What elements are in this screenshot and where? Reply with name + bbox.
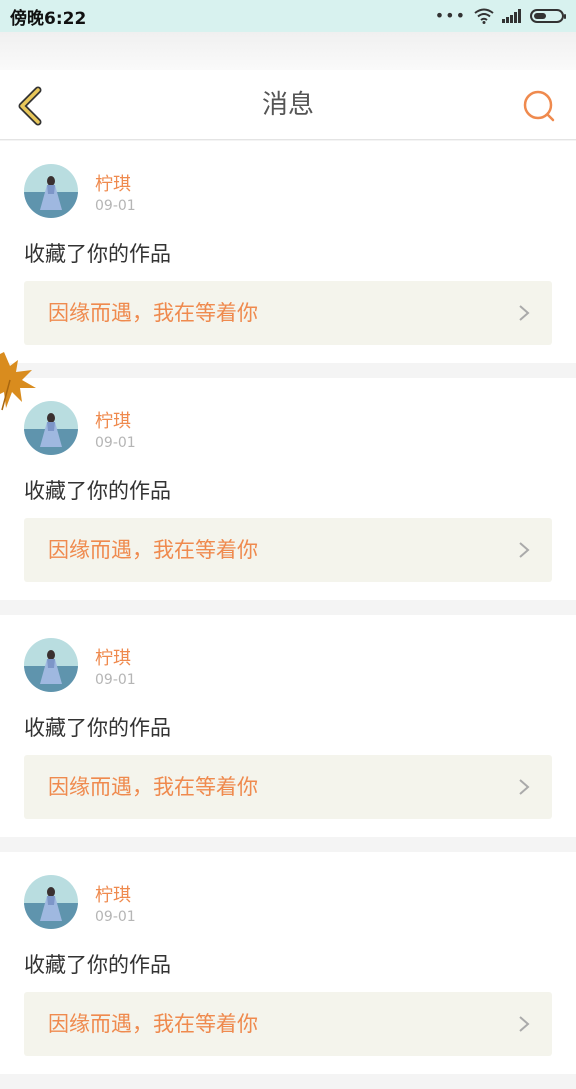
page-title: 消息 [261,90,314,120]
wifi-icon [474,8,494,24]
status-icons: ••• [434,6,566,25]
maple-leaf-icon [0,352,36,411]
search-icon[interactable] [522,89,556,123]
work-title: 因缘而遇，我在等着你 [48,301,258,325]
chevron-right-icon [519,305,530,321]
user-name[interactable]: 柠琪 [95,881,131,907]
battery-icon [530,9,566,23]
header: 消息 [0,70,576,140]
message-date: 09-01 [95,198,136,214]
user-name[interactable]: 柠琪 [95,644,131,670]
work-link[interactable]: 因缘而遇，我在等着你 [24,281,552,345]
chevron-right-icon [519,779,530,795]
work-title: 因缘而遇，我在等着你 [48,538,258,562]
user-name[interactable]: 柠琪 [95,170,131,196]
chevron-right-icon [519,1016,530,1032]
message-date: 09-01 [95,435,136,451]
message-date: 09-01 [95,672,136,688]
top-spacer [0,32,576,70]
status-bar: 傍晚6:22 ••• [0,0,576,32]
work-link[interactable]: 因缘而遇，我在等着你 [24,518,552,582]
avatar[interactable] [24,875,78,929]
message-list: 柠琪 09-01 收藏了你的作品 因缘而遇，我在等着你 柠琪 09-01 收藏了… [0,141,576,1089]
more-dots-icon: ••• [434,6,466,25]
user-name[interactable]: 柠琪 [95,407,131,433]
status-time: 傍晚6:22 [10,8,87,29]
work-link[interactable]: 因缘而遇，我在等着你 [24,755,552,819]
work-title: 因缘而遇，我在等着你 [48,775,258,799]
action-text: 收藏了你的作品 [24,716,171,740]
action-text: 收藏了你的作品 [24,953,171,977]
work-link[interactable]: 因缘而遇，我在等着你 [24,992,552,1056]
message-card: 柠琪 09-01 收藏了你的作品 因缘而遇，我在等着你 [0,852,576,1074]
message-card: 柠琪 09-01 收藏了你的作品 因缘而遇，我在等着你 [0,615,576,837]
avatar[interactable] [24,164,78,218]
message-date: 09-01 [95,909,136,925]
message-card: 柠琪 09-01 收藏了你的作品 因缘而遇，我在等着你 [0,378,576,600]
action-text: 收藏了你的作品 [24,242,171,266]
chevron-right-icon [519,542,530,558]
avatar[interactable] [24,638,78,692]
work-title: 因缘而遇，我在等着你 [48,1012,258,1036]
signal-icon [502,9,521,23]
message-card: 柠琪 09-01 收藏了你的作品 因缘而遇，我在等着你 [0,141,576,363]
action-text: 收藏了你的作品 [24,479,171,503]
